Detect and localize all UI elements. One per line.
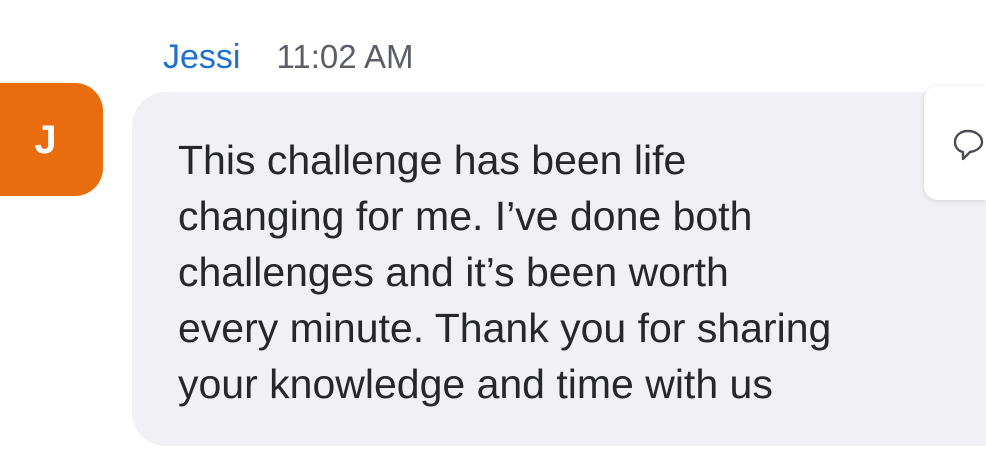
message-line: This challenge has been life (178, 137, 687, 183)
message-line: changing for me. I’ve done both (178, 193, 753, 239)
message-action-panel (924, 86, 986, 200)
message-bubble[interactable]: This challenge has been life changing fo… (132, 92, 986, 446)
avatar-initial: J (34, 117, 57, 162)
message-line: every minute. Thank you for sharing (178, 305, 832, 351)
chat-message: J Jessi 11:02 AM This challenge has been… (0, 0, 986, 454)
message-line: your knowledge and time with us (178, 361, 773, 407)
message-line: challenges and it’s been worth (178, 249, 729, 295)
sender-name[interactable]: Jessi (163, 38, 240, 77)
message-text: This challenge has been life changing fo… (178, 132, 968, 412)
message-timestamp: 11:02 AM (276, 38, 414, 75)
avatar[interactable]: J (0, 83, 103, 196)
reply-bubble-icon[interactable] (952, 128, 986, 162)
message-header: Jessi 11:02 AM (163, 38, 413, 77)
